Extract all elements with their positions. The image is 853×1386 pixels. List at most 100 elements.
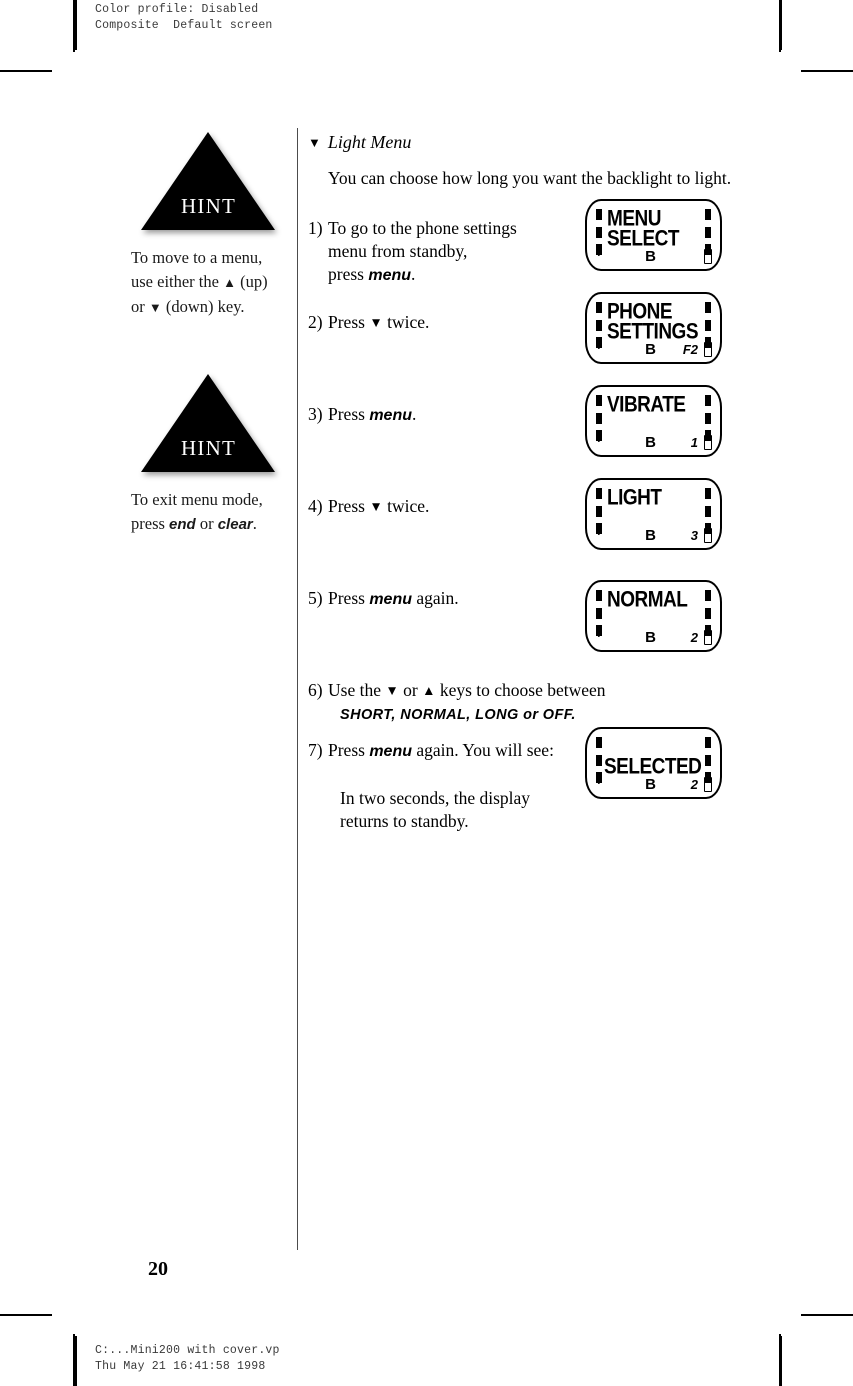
lcd-band-letter: B (645, 434, 656, 451)
hint-badge-label: HINT (181, 194, 236, 218)
step-6-pre: Use the (328, 680, 386, 700)
arrow-up-icon: ▲ (422, 683, 436, 698)
step-number: 2) (308, 312, 323, 332)
lcd-status-bar: ᵛ B (587, 247, 720, 265)
step-6: 6) Use the ▼ or ▲ keys to choose between… (308, 679, 740, 727)
step-4-post: twice. (382, 496, 430, 516)
hint-navigate-line-2-pre: use either the (131, 272, 224, 291)
lcd-index-label: 1 (690, 435, 698, 450)
key-menu-label: menu (369, 743, 412, 760)
arrow-down-icon: ▼ (369, 499, 383, 514)
proof-footer-line-2: Thu May 21 16:41:58 1998 (95, 1360, 266, 1373)
hint-badge-label: HINT (181, 436, 236, 460)
hint-navigate-line-2-mid: (up) (235, 272, 268, 291)
hint-navigate-line-3-post: (down) key. (161, 297, 245, 316)
arrow-up-icon: ▲ (223, 275, 236, 290)
step-5-pre: Press (328, 588, 370, 608)
hint-navigate-line-1: To move to a menu, (131, 248, 263, 267)
hint-badge-exit: HINT (141, 374, 276, 472)
step-number: 5) (308, 588, 323, 608)
battery-icon (704, 526, 712, 543)
section-heading: ▼ Light Menu (308, 132, 740, 153)
step-number: 6) (308, 680, 323, 700)
step-1-line-3-post: . (411, 264, 416, 284)
lcd-screen-vibrate: VIBRATE ᵛ B 1 (585, 385, 722, 457)
arrow-down-icon: ▼ (369, 315, 383, 330)
lcd-index-label: 3 (690, 528, 698, 543)
lcd-status-bar: ᵛ B 2 (587, 628, 720, 646)
hint-text-navigate: To move to a menu, use either the ▲ (up)… (131, 246, 291, 320)
hint-exit-line-2-pre: press (131, 514, 170, 533)
lcd-index-label: 2 (690, 630, 698, 645)
page-number: 20 (148, 1258, 168, 1280)
battery-icon (704, 247, 712, 264)
hint-exit-line-1: To exit menu mode, (131, 490, 263, 509)
lcd-status-bar: ᵛ B F2 (587, 340, 720, 358)
step-number: 1) (308, 218, 323, 238)
proof-footer-rule-right (780, 1336, 782, 1386)
lcd-index-label: F2 (682, 342, 698, 357)
column-divider-rule (297, 128, 299, 1250)
arrow-down-icon: ▼ (385, 683, 399, 698)
section-title: Light Menu (327, 132, 412, 152)
step-1-line-1: To go to the phone settings (328, 218, 517, 238)
hint-exit-line-2-post: . (252, 514, 257, 533)
hint-exit-line-2-mid: or (195, 514, 218, 533)
hint-column: HINT To move to a menu, use either the ▲… (131, 132, 291, 577)
key-end-label: end (169, 516, 196, 533)
triangle-down-icon: ▼ (308, 135, 321, 150)
step-4-pre: Press (328, 496, 370, 516)
lcd-band-letter: B (645, 776, 656, 793)
step-1-line-2: menu from standby, (328, 241, 468, 261)
arrow-down-icon: ▼ (148, 300, 162, 315)
step-6-options: SHORT, NORMAL, LONG or OFF. (340, 707, 576, 723)
lcd-screen-selected: SELECTED ᵛ B 2 (585, 727, 722, 799)
battery-icon (704, 340, 712, 357)
step-6-post: keys to choose between (435, 680, 606, 700)
step-1-line-3-pre: press (328, 264, 369, 284)
key-menu-label: menu (368, 267, 412, 284)
hint-badge-navigate: HINT (141, 132, 276, 230)
step-7-post: again. You will see: (412, 740, 554, 760)
step-3-post: . (412, 404, 417, 424)
lcd-status-bar: ᵛ B 1 (587, 433, 720, 451)
proof-footer-line-1: C:...Mini200 with cover.vp (95, 1344, 280, 1357)
lcd-band-letter: B (645, 527, 656, 544)
step-number: 7) (308, 740, 323, 760)
step-2-pre: Press (328, 312, 370, 332)
lcd-status-bar: ᵛ B 3 (587, 526, 720, 544)
hint-navigate-line-3-pre: or (131, 297, 149, 316)
step-number: 4) (308, 496, 323, 516)
step-3-pre: Press (328, 404, 370, 424)
battery-icon (704, 775, 712, 792)
battery-icon (704, 433, 712, 450)
lcd-screen-phone-settings: PHONE SETTINGS ᵛ B F2 (585, 292, 722, 364)
step-6-text: Use the ▼ or ▲ keys to choose between (320, 679, 740, 702)
hint-block-navigate: HINT To move to a menu, use either the ▲… (131, 132, 291, 320)
lcd-screen-menu-select: MENU SELECT ᵛ B (585, 199, 722, 271)
lcd-status-bar: ᵛ B 2 (587, 775, 720, 793)
lcd-screen-normal: NORMAL ᵛ B 2 (585, 580, 722, 652)
step-7-pre: Press (328, 740, 370, 760)
step-6-mid: or (398, 680, 423, 700)
lcd-band-letter: B (645, 341, 656, 358)
lcd-band-letter: B (645, 248, 656, 265)
lcd-line-1: NORMAL (607, 587, 688, 613)
step-7-note-line-1: In two seconds, the display (340, 788, 531, 808)
hint-block-exit: HINT To exit menu mode, press end or cle… (131, 374, 291, 537)
key-menu-label: menu (369, 591, 412, 608)
step-2-post: twice. (382, 312, 430, 332)
step-number: 3) (308, 404, 323, 424)
proof-footer-rule-left (75, 1336, 77, 1386)
proof-footer-text: C:...Mini200 with cover.vp Thu May 21 16… (95, 1343, 280, 1375)
key-clear-label: clear (217, 516, 253, 533)
lcd-index-label: 2 (690, 777, 698, 792)
battery-icon (704, 628, 712, 645)
key-menu-label: menu (369, 407, 412, 424)
manual-page: HINT To move to a menu, use either the ▲… (0, 0, 853, 1386)
lcd-band-letter: B (645, 629, 656, 646)
step-5-post: again. (412, 588, 459, 608)
hint-text-exit: To exit menu mode, press end or clear. (131, 488, 291, 537)
lcd-screen-light: LIGHT ᵛ B 3 (585, 478, 722, 550)
lcd-line-1: LIGHT (607, 485, 662, 511)
